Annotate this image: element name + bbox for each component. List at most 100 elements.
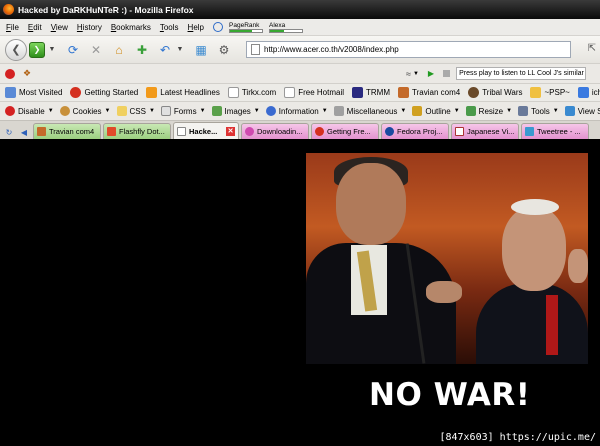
firefox-icon <box>315 127 324 136</box>
screenshot-icon[interactable]: ▦ <box>193 42 209 58</box>
tab-getting-free[interactable]: Getting Fre... <box>311 123 379 139</box>
pagerank-bar <box>229 28 264 33</box>
info-icon <box>265 106 276 116</box>
dev-forms-menu[interactable]: Forms ▼ <box>160 106 206 116</box>
css-icon <box>116 106 127 116</box>
tab-travian[interactable]: Travian com4 <box>33 123 101 139</box>
share-icon[interactable]: ↶ <box>157 42 173 58</box>
chevron-down-icon: ▼ <box>253 108 260 114</box>
stop-icon[interactable]: ✕ <box>88 42 104 58</box>
tab-tweetree[interactable]: Tweetree - ... <box>521 123 589 139</box>
history-dropdown-icon[interactable]: ▼ <box>46 42 58 58</box>
tab-flashfly[interactable]: Flashfly Dot... <box>103 123 171 139</box>
media-stop-button[interactable] <box>443 70 451 77</box>
tab-bar: ↻ ◀ Travian com4 Flashfly Dot... Hacke..… <box>0 120 600 139</box>
alexa-bar <box>269 28 304 33</box>
tab-hacked[interactable]: Hacke... ✕ <box>173 122 239 139</box>
stop-sign-icon[interactable] <box>5 68 15 79</box>
tab-japanese[interactable]: Japanese Vi... <box>451 123 519 139</box>
menu-view[interactable]: View <box>51 23 68 32</box>
bookmark-psp[interactable]: ~PSP~ <box>530 87 570 98</box>
chevron-down-icon: ▼ <box>104 108 111 114</box>
forward-button[interactable]: ❯ <box>29 41 45 58</box>
chevron-down-icon: ▼ <box>199 108 206 114</box>
menu-help[interactable]: Help <box>188 23 204 32</box>
bookmark-most-visited[interactable]: Most Visited <box>5 87 62 98</box>
bookmark-trmm[interactable]: TRMM <box>352 87 390 98</box>
forms-icon <box>160 106 171 116</box>
dev-resize-menu[interactable]: Resize ▼ <box>465 106 512 116</box>
tab-list-icon[interactable]: ↻ <box>3 125 15 139</box>
back-button[interactable]: ❮ <box>5 38 27 61</box>
resize-icon <box>465 106 476 116</box>
dev-miscellaneous-menu[interactable]: Miscellaneous ▼ <box>333 106 406 116</box>
alexa-meter[interactable]: Alexa <box>269 22 304 33</box>
bookmark-folder-icon <box>5 87 16 98</box>
tab-fedora[interactable]: Fedora Proj... <box>381 123 449 139</box>
dev-cookies-menu[interactable]: Cookies ▼ <box>59 106 111 116</box>
close-tab-icon[interactable]: ✕ <box>226 126 235 136</box>
wifi-dropdown-icon[interactable]: ▼ <box>413 71 419 77</box>
wifi-icon: ≈ <box>406 68 411 79</box>
ichigo-icon <box>577 87 589 98</box>
wrench-icon <box>518 106 529 116</box>
home-icon[interactable]: ⌂ <box>111 42 127 58</box>
url-text[interactable]: http://www.acer.co.th/v2008/index.php <box>264 45 399 54</box>
image-watermark: [847x603] https://upic.me/ <box>439 432 596 443</box>
pagerank-label: PageRank <box>229 21 260 29</box>
bookmarks-toolbar: Most Visited Getting Started Latest Head… <box>0 83 600 101</box>
extension-icon[interactable]: ❖ <box>23 68 31 79</box>
bookmark-free-hotmail[interactable]: Free Hotmail <box>284 87 344 98</box>
dev-view-source-menu[interactable]: View Source▼ <box>564 106 600 116</box>
dev-disable-menu[interactable]: Disable ▼ <box>5 106 54 116</box>
fedora-icon <box>385 127 394 136</box>
trmm-icon <box>352 87 364 98</box>
play-button[interactable]: ▶ <box>428 69 434 78</box>
menu-edit[interactable]: Edit <box>28 23 42 32</box>
pagerank-meter[interactable]: PageRank <box>229 21 264 33</box>
tab-downloading[interactable]: Downloadin... <box>241 123 309 139</box>
cookie-icon <box>59 106 70 116</box>
page-content: NO WAR! [847x603] https://upic.me/ <box>0 139 600 446</box>
menu-history[interactable]: History <box>77 23 102 32</box>
travian-icon <box>398 87 410 98</box>
resize-grip-icon[interactable]: ⇱ <box>588 43 596 54</box>
reload-icon[interactable]: ⟳ <box>65 42 81 58</box>
search-status-icon[interactable] <box>213 22 224 32</box>
menu-bookmarks[interactable]: Bookmarks <box>111 23 151 32</box>
addon-icon[interactable]: ⚙ <box>216 42 232 58</box>
dev-tools-menu[interactable]: Tools ▼ <box>518 106 559 116</box>
bookmark-ichigo100[interactable]: ichigo100 - Folder <box>577 87 600 98</box>
bookmark-tribal-wars[interactable]: Tribal Wars <box>468 87 522 98</box>
bookmark-tirkx[interactable]: Tirkx.com <box>227 87 276 98</box>
view-source-icon <box>564 106 575 116</box>
bookmark-getting-started[interactable]: Getting Started <box>70 87 138 98</box>
chevron-down-icon: ▼ <box>453 108 460 114</box>
tab-scroll-left-icon[interactable]: ◀ <box>18 125 30 139</box>
dev-css-menu[interactable]: CSS ▼ <box>116 106 155 116</box>
menu-tools[interactable]: Tools <box>160 23 179 32</box>
spinner-icon <box>245 127 254 136</box>
menu-file[interactable]: File <box>6 23 19 32</box>
forward-arrow-icon: ❯ <box>33 45 41 54</box>
dev-outline-menu[interactable]: Outline ▼ <box>412 106 460 116</box>
navigation-toolbar: ❮ ❯ ▼ ⟳ ✕ ⌂ ✚ ↶ ▼ ▦ ⚙ http://www.acer.co… <box>0 36 600 63</box>
dev-images-menu[interactable]: Images ▼ <box>211 106 260 116</box>
menu-bar: File Edit View History Bookmarks Tools H… <box>0 19 600 36</box>
bookmark-latest-headlines[interactable]: Latest Headlines <box>146 87 220 98</box>
rss-icon <box>146 87 158 98</box>
share-dropdown-icon[interactable]: ▼ <box>174 42 186 58</box>
page-icon <box>227 87 239 98</box>
flashfly-icon <box>107 127 116 136</box>
new-tab-icon[interactable]: ✚ <box>134 42 150 58</box>
chevron-down-icon: ▼ <box>47 108 54 114</box>
bookmark-travian[interactable]: Travian com4 <box>398 87 460 98</box>
window-title: Hacked by DaRKHuNTeR :) - Mozilla Firefo… <box>18 4 194 15</box>
travian-icon <box>37 127 46 136</box>
page-icon <box>284 87 296 98</box>
url-bar[interactable]: http://www.acer.co.th/v2008/index.php <box>246 41 571 58</box>
firefox-icon <box>70 87 82 98</box>
dev-information-menu[interactable]: Information ▼ <box>265 106 328 116</box>
back-arrow-icon: ❮ <box>11 44 21 56</box>
outline-pencil-icon <box>412 106 423 116</box>
